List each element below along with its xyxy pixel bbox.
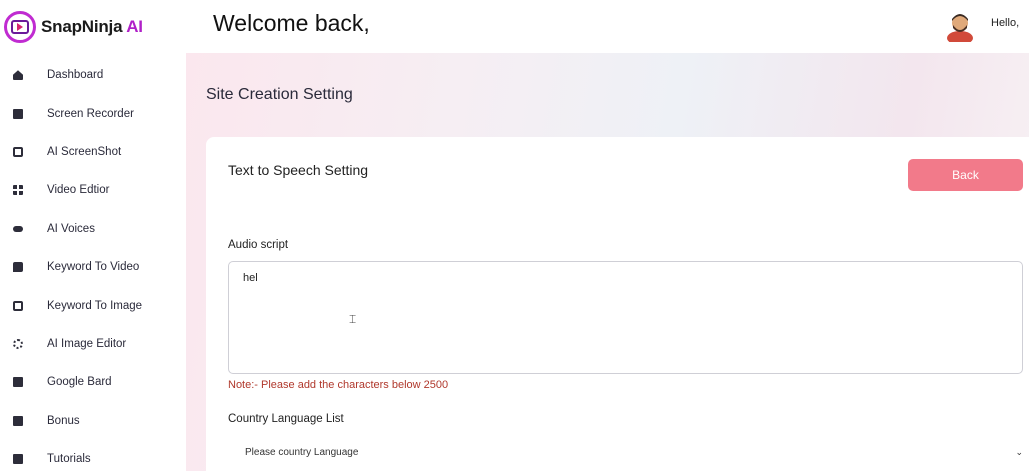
voice-icon [13, 225, 23, 232]
text-cursor-icon: ⌶ [349, 312, 357, 326]
brand-icon [4, 11, 36, 43]
sidebar: SnapNinja AI Dashboard Screen Recorder A… [0, 0, 186, 471]
sidebar-item-label: AI Image Editor [47, 337, 127, 350]
brand-logo[interactable]: SnapNinja AI [4, 10, 143, 44]
tts-settings-card: Text to Speech Setting Back Audio script… [206, 137, 1029, 471]
sidebar-item-ai-screenshot[interactable]: AI ScreenShot [0, 133, 186, 171]
sidebar-item-label: Dashboard [47, 69, 104, 82]
top-header: Welcome back, Hello, [186, 0, 1029, 53]
sidebar-nav: Dashboard Screen Recorder AI ScreenShot … [0, 56, 186, 471]
sidebar-item-tutorials[interactable]: Tutorials [0, 440, 186, 471]
sidebar-item-label: Tutorials [47, 453, 91, 466]
tutorials-icon [13, 454, 23, 465]
sidebar-item-keyword-to-video[interactable]: Keyword To Video [0, 248, 186, 286]
sidebar-item-google-bard[interactable]: Google Bard [0, 363, 186, 401]
country-language-label: Country Language List [228, 413, 344, 425]
avatar[interactable] [943, 8, 977, 42]
screenshot-icon [13, 146, 23, 157]
sidebar-item-label: Google Bard [47, 376, 112, 389]
sidebar-item-screen-recorder[interactable]: Screen Recorder [0, 94, 186, 132]
welcome-heading: Welcome back, [213, 10, 370, 36]
gear-icon [13, 338, 23, 349]
greeting-text: Hello, [991, 17, 1020, 29]
bard-icon [13, 377, 23, 388]
sidebar-item-label: AI ScreenShot [47, 145, 122, 158]
home-icon [13, 70, 23, 81]
sidebar-item-label: Keyword To Image [47, 299, 143, 312]
app-window: SnapNinja AI Dashboard Screen Recorder A… [0, 0, 1029, 471]
sidebar-item-video-editor[interactable]: Video Edtior [0, 171, 186, 209]
select-value: Please country Language [245, 446, 359, 458]
sidebar-item-label: Screen Recorder [47, 107, 134, 120]
sidebar-item-label: Keyword To Video [47, 261, 140, 274]
main-content: Site Creation Setting Text to Speech Set… [186, 53, 1029, 471]
audio-script-input[interactable] [228, 261, 1023, 374]
bonus-icon [13, 415, 23, 426]
country-language-select[interactable]: Please country Language ⌄ [228, 440, 1029, 464]
brand-name: SnapNinja AI [41, 17, 143, 36]
sidebar-item-label: Video Edtior [47, 184, 110, 197]
chevron-down-icon: ⌄ [1015, 446, 1023, 457]
page-title: Site Creation Setting [206, 86, 353, 103]
chat-icon [13, 262, 23, 273]
audio-script-label: Audio script [228, 239, 289, 251]
grid-icon [13, 185, 23, 196]
character-limit-note: Note:- Please add the characters below 2… [228, 379, 449, 391]
sidebar-item-bonus[interactable]: Bonus [0, 402, 186, 440]
sidebar-item-keyword-to-image[interactable]: Keyword To Image [0, 286, 186, 324]
sidebar-item-ai-image-editor[interactable]: AI Image Editor [0, 325, 186, 363]
card-title: Text to Speech Setting [228, 162, 369, 178]
recorder-icon [13, 108, 23, 119]
sidebar-item-label: AI Voices [47, 222, 95, 235]
back-button[interactable]: Back [908, 159, 1023, 191]
image-icon [13, 300, 23, 311]
sidebar-item-label: Bonus [47, 414, 80, 427]
sidebar-item-ai-voices[interactable]: AI Voices [0, 210, 186, 248]
sidebar-item-dashboard[interactable]: Dashboard [0, 56, 186, 94]
